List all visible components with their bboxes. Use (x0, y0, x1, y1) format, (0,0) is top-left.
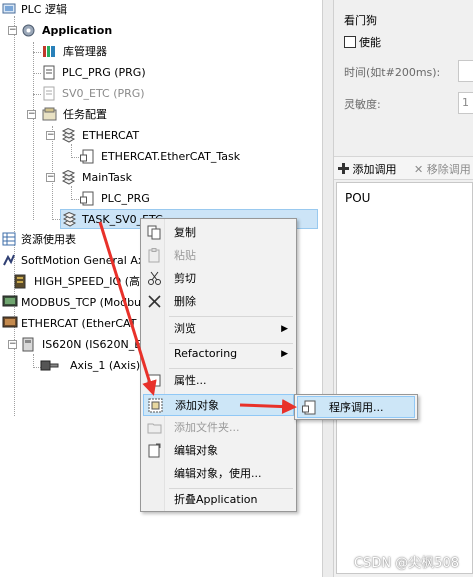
tree-item-plc-prg[interactable]: PLC_PRG (PRG) (0, 63, 320, 83)
time-input[interactable] (458, 60, 473, 82)
x-icon: ✕ (414, 163, 424, 176)
watermark: CSDN @尖枫508 (353, 556, 459, 571)
collapse-toggle[interactable]: − (27, 110, 36, 119)
collapse-toggle[interactable]: − (8, 340, 17, 349)
context-menu: 复制 粘贴 剪切 删除 浏览 ▶ Refactoring ▶ 属性... 添加对… (140, 218, 297, 512)
splitter[interactable] (322, 0, 334, 577)
sensitivity-input[interactable]: 1 (458, 92, 473, 114)
collapse-toggle[interactable]: − (8, 26, 17, 35)
program-call-icon (302, 400, 316, 415)
pou-list[interactable]: POU (336, 182, 473, 574)
tree-item-task-config[interactable]: − 任务配置 (0, 105, 320, 125)
menu-item-cut[interactable]: 剪切 (143, 268, 294, 290)
edit-icon (148, 443, 161, 458)
gear-icon (22, 24, 35, 37)
plus-icon (338, 163, 349, 174)
menu-item-edit-object[interactable]: 编辑对象 (143, 440, 294, 462)
paste-icon (148, 248, 160, 263)
servo-drive-icon (22, 337, 34, 352)
softmotion-icon (3, 254, 15, 266)
program-call-icon (80, 191, 94, 206)
tree-item-library-manager[interactable]: 库管理器 (0, 42, 320, 62)
menu-item-collapse[interactable]: 折叠Application (143, 489, 294, 511)
axis-icon (40, 360, 59, 371)
tree-item-maintask[interactable]: − MainTask (0, 168, 320, 188)
pou-column-header: POU (345, 191, 371, 205)
task-config-icon (42, 107, 57, 121)
menu-item-refactoring[interactable]: Refactoring ▶ (143, 343, 294, 365)
menu-item-add-folder[interactable]: 添加文件夹... (143, 417, 294, 439)
delete-icon (148, 295, 161, 308)
table-icon (2, 232, 16, 246)
tree-item-ethercat-pou[interactable]: ETHERCAT.EtherCAT_Task (0, 147, 320, 167)
submenu-arrow-icon: ▶ (281, 349, 288, 359)
watchdog-title: 看门狗 (344, 14, 377, 27)
properties-icon (147, 374, 161, 387)
menu-item-copy[interactable]: 复制 (143, 222, 294, 244)
tree-item-maintask-pou[interactable]: PLC_PRG (0, 189, 320, 209)
folder-icon (147, 423, 162, 434)
scissors-icon (148, 271, 161, 285)
io-module-icon (14, 274, 26, 289)
menu-item-edit-object-with[interactable]: 编辑对象，使用... (143, 463, 294, 485)
enable-label: 使能 (359, 36, 381, 49)
collapse-toggle[interactable]: − (46, 131, 55, 140)
task-icon (62, 212, 77, 227)
menu-item-properties[interactable]: 属性... (143, 370, 294, 392)
program-call-icon (80, 149, 94, 164)
collapse-toggle[interactable]: − (46, 173, 55, 182)
library-icon (43, 46, 55, 57)
program-icon (43, 86, 55, 101)
ethercat-master-icon (2, 316, 18, 328)
task-config-panel: 看门狗 使能 时间(如t#200ms): 灵敏度: 1 添加调用 ✕ 移除调用 … (334, 0, 473, 577)
tree-item-ethercat-task[interactable]: − ETHERCAT (0, 126, 320, 146)
copy-icon (147, 225, 161, 240)
add-object-icon (148, 398, 163, 413)
menu-item-paste[interactable]: 粘贴 (143, 245, 294, 267)
add-call-button[interactable]: 添加调用 (338, 161, 397, 177)
time-label: 时间(如t#200ms): (344, 66, 441, 79)
task-icon (61, 128, 76, 143)
menu-item-delete[interactable]: 删除 (143, 291, 294, 313)
menu-item-browse[interactable]: 浏览 ▶ (143, 318, 294, 340)
submenu-arrow-icon: ▶ (281, 324, 288, 334)
remove-call-button[interactable]: ✕ 移除调用 (414, 161, 471, 177)
tree-item-plc-logic[interactable]: PLC 逻辑 (0, 0, 320, 20)
watchdog-enable[interactable]: 使能 (344, 34, 381, 50)
task-icon (61, 170, 76, 185)
pou-toolbar: 添加调用 ✕ 移除调用 (334, 156, 473, 180)
menu-item-add-object[interactable]: 添加对象 (143, 394, 294, 416)
program-icon (43, 65, 55, 80)
plc-icon (2, 3, 16, 14)
tree-item-application[interactable]: − Application (0, 21, 320, 41)
enable-checkbox[interactable] (344, 36, 356, 48)
sensitivity-label: 灵敏度: (344, 98, 381, 111)
add-object-submenu: 程序调用... (294, 394, 418, 420)
tree-item-sv0-etc[interactable]: SV0_ETC (PRG) (0, 84, 320, 104)
menu-item-program-call[interactable]: 程序调用... (297, 396, 415, 418)
network-device-icon (2, 295, 18, 307)
